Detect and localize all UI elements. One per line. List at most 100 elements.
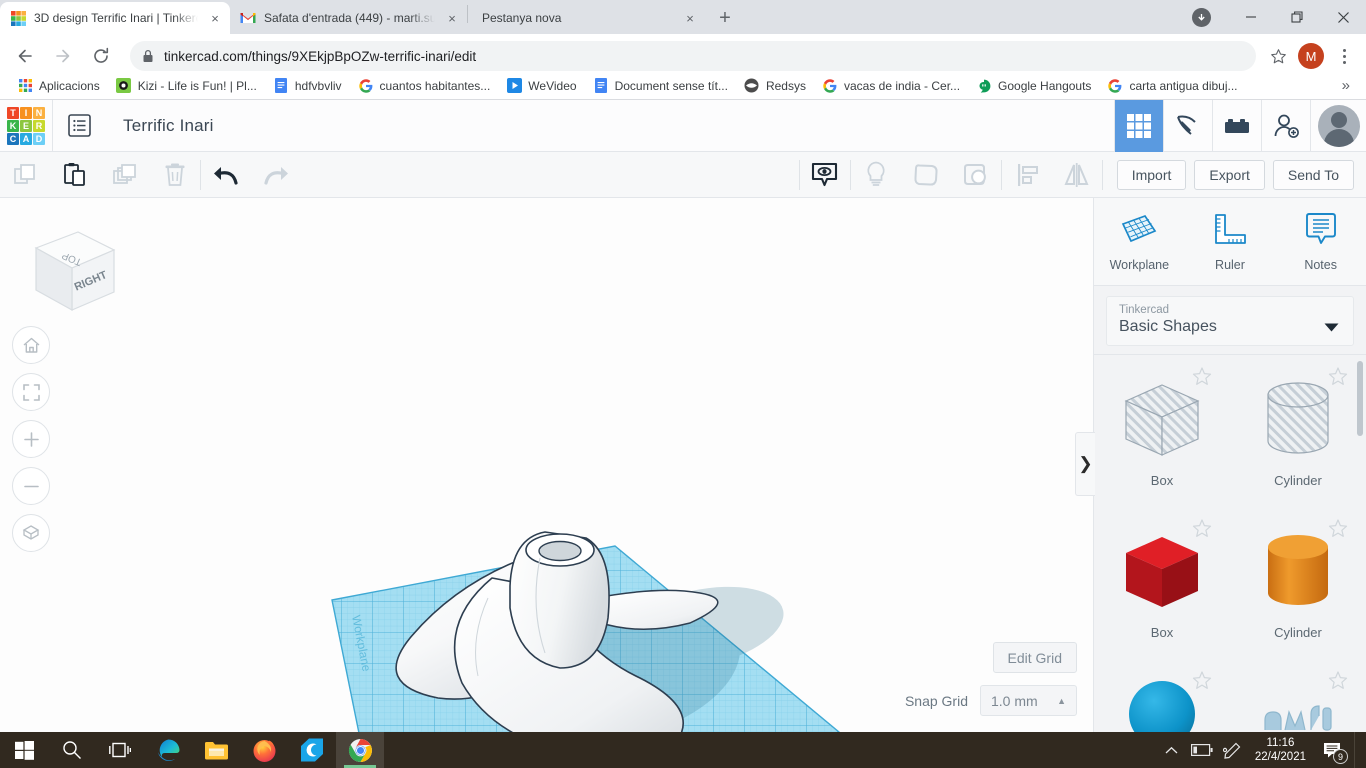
- codeblocks-pickaxe-icon[interactable]: [1163, 99, 1212, 152]
- chrome-button[interactable]: [336, 732, 384, 768]
- minimize-button[interactable]: [1228, 0, 1274, 34]
- zoom-in-icon[interactable]: [12, 420, 50, 458]
- shape-library-select[interactable]: Tinkercad Basic Shapes: [1106, 296, 1354, 346]
- tab-close-icon[interactable]: ×: [681, 9, 699, 27]
- show-hide-eye-icon[interactable]: [800, 152, 850, 198]
- browser-tab-strip: 3D design Terrific Inari | Tinkercad × S…: [0, 0, 1366, 34]
- bookmark-apps[interactable]: Aplicacions: [10, 75, 107, 97]
- 3d-viewport[interactable]: Workplane TOP RIGHT Edit Grid Snap Grid …: [0, 198, 1093, 732]
- browser-tab-2[interactable]: Pestanya nova ×: [468, 2, 705, 34]
- shapes-scroll-area[interactable]: Box Cylinder Box Cylinder: [1094, 354, 1366, 736]
- battery-icon[interactable]: [1187, 732, 1217, 768]
- send-to-button[interactable]: Send To: [1272, 159, 1354, 190]
- panel-toggle-button[interactable]: ❯: [1075, 432, 1095, 496]
- tab-close-icon[interactable]: ×: [206, 9, 224, 27]
- page-title[interactable]: Terrific Inari: [123, 116, 214, 136]
- file-explorer-button[interactable]: [192, 732, 240, 768]
- search-button[interactable]: [48, 732, 96, 768]
- favorite-star-icon[interactable]: [1192, 671, 1212, 695]
- shape-item-box[interactable]: Box: [1094, 507, 1230, 659]
- star-icon[interactable]: [1264, 42, 1292, 70]
- user-avatar[interactable]: [1310, 99, 1366, 152]
- start-button[interactable]: [0, 732, 48, 768]
- bookmark-label: carta antigua dibuj...: [1129, 78, 1238, 93]
- paste-icon[interactable]: [50, 152, 100, 198]
- home-view-icon[interactable]: [12, 326, 50, 364]
- favorite-star-icon[interactable]: [1328, 367, 1348, 391]
- designs-grid-icon[interactable]: [1114, 99, 1163, 152]
- reload-icon[interactable]: [84, 39, 118, 73]
- browser-tab-1[interactable]: Safata d'entrada (449) - marti.sub ×: [230, 2, 467, 34]
- cisco-webex-button[interactable]: [288, 732, 336, 768]
- shape-item-cylinder[interactable]: Cylinder: [1230, 507, 1366, 659]
- tray-chevron-up-icon[interactable]: [1157, 732, 1187, 768]
- bookmark-redsys[interactable]: Redsys: [737, 75, 813, 97]
- back-arrow-icon[interactable]: [8, 39, 42, 73]
- browser-tab-title: Pestanya nova: [482, 11, 562, 25]
- panel-scrollbar[interactable]: [1357, 361, 1363, 436]
- address-bar[interactable]: tinkercad.com/things/9XEkjpBpOZw-terrifi…: [130, 41, 1256, 71]
- undo-icon[interactable]: [201, 152, 251, 198]
- browser-tab-0[interactable]: 3D design Terrific Inari | Tinkercad ×: [0, 2, 230, 34]
- notifications-button[interactable]: 9: [1314, 732, 1350, 768]
- view-cube[interactable]: TOP RIGHT: [18, 218, 118, 319]
- clipboard-tool-group: [0, 152, 200, 198]
- project-list-button[interactable]: [53, 100, 105, 152]
- profile-avatar[interactable]: M: [1298, 43, 1324, 69]
- bookmark-label: Redsys: [765, 78, 806, 93]
- import-button[interactable]: Import: [1116, 159, 1187, 190]
- snap-grid-label: Snap Grid: [904, 692, 968, 709]
- download-icon[interactable]: [1184, 0, 1218, 34]
- blocks-brick-icon[interactable]: [1212, 99, 1261, 152]
- shape-item-scribble[interactable]: [1230, 659, 1366, 736]
- firefox-button[interactable]: [240, 732, 288, 768]
- delete-trash-icon: [150, 152, 200, 198]
- import-export-actions: Import Export Send To: [1103, 159, 1366, 190]
- favorite-star-icon[interactable]: [1192, 367, 1212, 391]
- notes-tool[interactable]: Notes: [1281, 212, 1361, 272]
- favorite-star-icon[interactable]: [1328, 519, 1348, 543]
- tinkercad-header: T I N K E R C A D Terrific Inari: [0, 99, 1366, 152]
- bookmarks-overflow-button[interactable]: »: [1336, 77, 1356, 94]
- fit-to-view-icon[interactable]: [12, 373, 50, 411]
- invite-user-icon[interactable]: [1261, 99, 1310, 152]
- edit-grid-button[interactable]: Edit Grid: [992, 642, 1077, 673]
- workplane-tool[interactable]: Workplane: [1099, 212, 1179, 272]
- shape-item-sphere[interactable]: [1094, 659, 1230, 736]
- ungroup-shapes-icon: [951, 152, 1001, 198]
- maximize-button[interactable]: [1274, 0, 1320, 34]
- close-button[interactable]: [1320, 0, 1366, 34]
- chrome-menu-button[interactable]: [1330, 41, 1358, 71]
- cylinder-art: [1260, 527, 1336, 619]
- pen-icon[interactable]: [1217, 732, 1247, 768]
- shape-item-hole-cylinder[interactable]: Cylinder: [1230, 355, 1366, 507]
- bookmark-google-hangouts[interactable]: Google Hangouts: [969, 75, 1098, 97]
- zoom-out-icon[interactable]: [12, 467, 50, 505]
- edge-button[interactable]: [144, 732, 192, 768]
- favorite-star-icon[interactable]: [1328, 671, 1348, 695]
- ortho-perspective-icon[interactable]: [12, 514, 50, 552]
- tinkercad-logo[interactable]: T I N K E R C A D: [0, 100, 52, 152]
- bookmark-document-sense-titol[interactable]: Document sense tít...: [586, 75, 735, 97]
- favorite-star-icon[interactable]: [1192, 519, 1212, 543]
- tab-close-icon[interactable]: ×: [443, 9, 461, 27]
- library-select-wrap: Tinkercad Basic Shapes: [1094, 286, 1366, 354]
- taskbar-clock[interactable]: 11:16 22/4/2021: [1247, 736, 1314, 764]
- new-tab-button[interactable]: +: [711, 4, 739, 32]
- bookmark-label: WeVideo: [528, 78, 577, 93]
- google-icon: [1107, 78, 1123, 94]
- bookmark-vacas-de-india[interactable]: vacas de india - Cer...: [815, 75, 967, 97]
- bookmark-wevideo[interactable]: WeVideo: [499, 75, 583, 97]
- bookmark-carta-antigua[interactable]: carta antigua dibuj...: [1100, 75, 1244, 97]
- logo-tile-d: D: [33, 132, 45, 145]
- bookmark-cuantos-habitantes[interactable]: cuantos habitantes...: [351, 75, 498, 97]
- bookmark-hdfvbvliv[interactable]: hdfvbvliv: [266, 75, 349, 97]
- light-bulb-icon: [851, 152, 901, 198]
- export-button[interactable]: Export: [1194, 159, 1265, 190]
- task-view-button[interactable]: [96, 732, 144, 768]
- ruler-tool[interactable]: Ruler: [1190, 212, 1270, 272]
- show-desktop-button[interactable]: [1354, 732, 1360, 768]
- shape-item-hole-box[interactable]: Box: [1094, 355, 1230, 507]
- bookmark-kizi[interactable]: Kizi - Life is Fun! | Pl...: [109, 75, 264, 97]
- snap-grid-select[interactable]: 1.0 mm ▲: [980, 685, 1077, 716]
